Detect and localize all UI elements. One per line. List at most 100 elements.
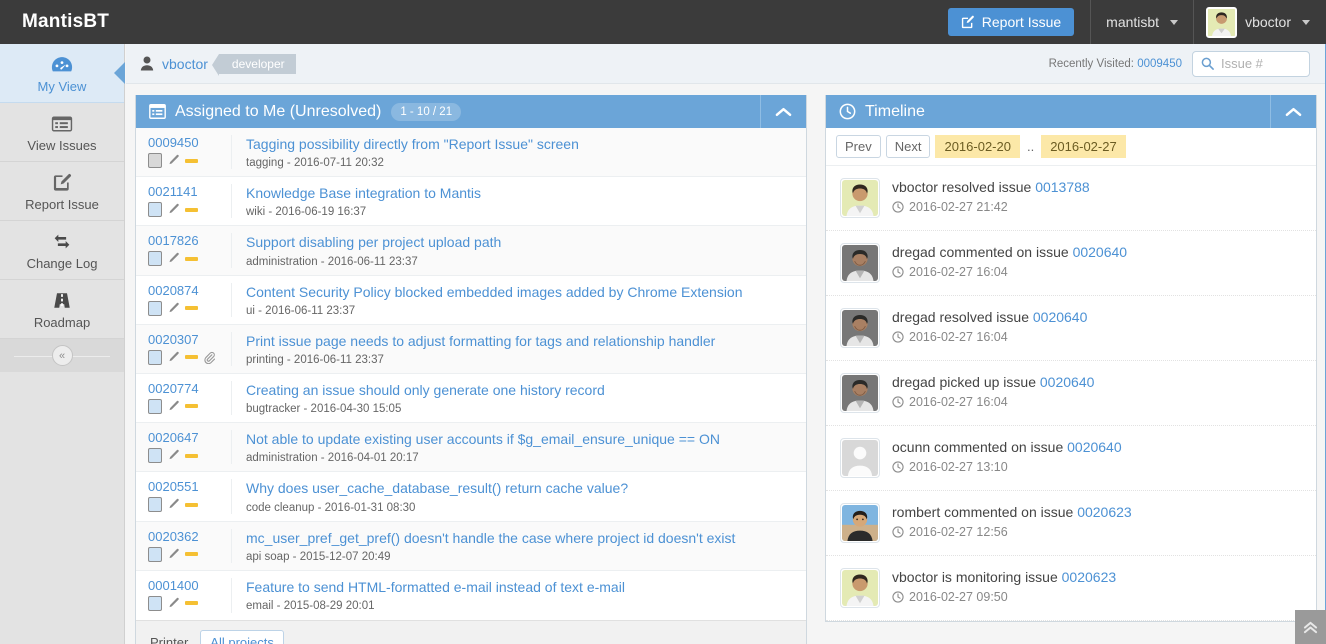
paperclip-icon[interactable] xyxy=(203,351,215,364)
timeline-issue-link[interactable]: 0020623 xyxy=(1077,504,1132,520)
sidebar-item-label: View Issues xyxy=(27,137,97,153)
sidebar-item-view-issues[interactable]: View Issues xyxy=(0,103,124,162)
sidebar-item-my-view[interactable]: My View xyxy=(0,44,124,103)
sidebar-item-label: My View xyxy=(37,78,87,94)
mantisbt-app: MantisBT Report Issue mantisbt vboctor M… xyxy=(0,0,1326,644)
timeline-action: resolved issue xyxy=(941,179,1032,195)
double-chevron-left-icon: « xyxy=(51,345,73,366)
timeline-issue-link[interactable]: 0020640 xyxy=(1033,309,1088,325)
pencil-icon[interactable] xyxy=(167,351,180,364)
report-issue-label: Report Issue xyxy=(981,14,1062,30)
status-box-icon[interactable] xyxy=(148,448,162,464)
project-selector[interactable]: mantisbt xyxy=(1090,0,1193,44)
issue-id-link[interactable]: 0020551 xyxy=(148,479,231,494)
pencil-icon[interactable] xyxy=(167,498,180,511)
table-row: 0020874 Content Security Policy blocked e… xyxy=(136,276,806,325)
pencil-icon[interactable] xyxy=(167,302,180,315)
pencil-icon[interactable] xyxy=(167,203,180,216)
issue-title-link[interactable]: Content Security Policy blocked embedded… xyxy=(246,283,743,301)
timeline-date-from[interactable]: 2016-02-20 xyxy=(935,135,1020,158)
issue-icon-group xyxy=(148,153,231,168)
assigned-panel-collapse-button[interactable] xyxy=(760,95,806,128)
issue-id-link[interactable]: 0020774 xyxy=(148,381,231,396)
sidebar-item-change-log[interactable]: Change Log xyxy=(0,221,124,280)
status-box-icon[interactable] xyxy=(148,546,162,562)
road-icon xyxy=(52,290,72,312)
timeline-next-button[interactable]: Next xyxy=(885,135,931,158)
scroll-to-top-button[interactable] xyxy=(1295,610,1326,644)
issue-title-link[interactable]: Knowledge Base integration to Mantis xyxy=(246,184,481,202)
timeline-date-to[interactable]: 2016-02-27 xyxy=(1041,135,1126,158)
status-box-icon[interactable] xyxy=(148,497,162,513)
issue-id-link[interactable]: 0020647 xyxy=(148,430,231,445)
issue-id-link[interactable]: 0009450 xyxy=(148,135,231,150)
issue-title-link[interactable]: Print issue page needs to adjust formatt… xyxy=(246,332,715,350)
issue-id-link[interactable]: 0001400 xyxy=(148,578,231,593)
sidebar-item-roadmap[interactable]: Roadmap xyxy=(0,280,124,339)
timeline-issue-link[interactable]: 0020640 xyxy=(1067,439,1122,455)
pencil-icon[interactable] xyxy=(167,154,180,167)
status-box-icon[interactable] xyxy=(148,300,162,316)
timeline-issue-link[interactable]: 0020640 xyxy=(1073,244,1128,260)
timeline-timestamp: 2016-02-27 16:04 xyxy=(909,265,1008,279)
issue-title-link[interactable]: Not able to update existing user account… xyxy=(246,430,720,448)
user-menu[interactable]: vboctor xyxy=(1193,0,1326,44)
current-username[interactable]: vboctor xyxy=(162,56,208,72)
issue-title-link[interactable]: mc_user_pref_get_pref() doesn't handle t… xyxy=(246,529,735,547)
navbar-spacer xyxy=(125,0,948,44)
issue-title-link[interactable]: Feature to send HTML-formatted e-mail in… xyxy=(246,578,625,596)
issue-summary-cell: Print issue page needs to adjust formatt… xyxy=(232,332,725,366)
issue-title-link[interactable]: Why does user_cache_database_result() re… xyxy=(246,479,628,497)
status-box-icon[interactable] xyxy=(148,251,162,267)
content-area: vboctor developer Recently Visited: 0009… xyxy=(126,44,1326,644)
pencil-icon[interactable] xyxy=(167,597,180,610)
sidebar-item-report-issue[interactable]: Report Issue xyxy=(0,162,124,221)
chevron-up-icon xyxy=(1285,106,1302,117)
timeline-prev-button[interactable]: Prev xyxy=(836,135,881,158)
timeline-event-body: dregad picked up issue 0020640 2016-02-27… xyxy=(892,373,1094,409)
timeline-issue-link[interactable]: 0013788 xyxy=(1035,179,1090,195)
timeline-timestamp: 2016-02-27 21:42 xyxy=(909,200,1008,214)
timeline-event-body: dregad commented on issue 0020640 2016-02… xyxy=(892,243,1127,279)
timeline-panel-header: Timeline xyxy=(826,95,1316,128)
pencil-icon[interactable] xyxy=(167,548,180,561)
list-item: dregad resolved issue 0020640 2016-02-27 … xyxy=(826,296,1316,361)
issue-title-link[interactable]: Tagging possibility directly from "Repor… xyxy=(246,135,579,153)
issue-meta: email - 2015-08-29 20:01 xyxy=(246,599,375,612)
search-input[interactable] xyxy=(1221,56,1301,71)
issue-icon-group xyxy=(148,448,231,464)
access-level-badge: developer xyxy=(211,53,296,76)
timeline-issue-link[interactable]: 0020640 xyxy=(1040,374,1095,390)
footer-project-select[interactable]: All projects xyxy=(200,629,284,644)
issue-id-link[interactable]: 0020874 xyxy=(148,283,231,298)
status-box-icon[interactable] xyxy=(148,202,162,218)
issue-search-box[interactable] xyxy=(1192,50,1310,77)
pencil-icon[interactable] xyxy=(167,400,180,413)
issue-title-link[interactable]: Creating an issue should only generate o… xyxy=(246,381,605,399)
issue-icon-group xyxy=(148,251,231,267)
pencil-icon[interactable] xyxy=(167,449,180,462)
issue-id-link[interactable]: 0020307 xyxy=(148,332,231,347)
priority-dash-icon xyxy=(185,453,198,458)
timeline-timestamp: 2016-02-27 16:04 xyxy=(909,330,1008,344)
sidebar-collapse-button[interactable]: « xyxy=(0,339,124,372)
timeline-panel-collapse-button[interactable] xyxy=(1270,95,1316,128)
issue-title-link[interactable]: Support disabling per project upload pat… xyxy=(246,233,501,251)
status-box-icon[interactable] xyxy=(148,349,162,365)
clock-icon xyxy=(892,396,904,408)
status-box-icon[interactable] xyxy=(148,153,162,168)
issue-id-link[interactable]: 0021141 xyxy=(148,184,231,199)
recently-visited-link[interactable]: 0009450 xyxy=(1137,58,1182,70)
timeline-issue-link[interactable]: 0020623 xyxy=(1062,569,1117,585)
report-issue-button[interactable]: Report Issue xyxy=(947,8,1075,36)
issue-icon-group xyxy=(148,349,231,365)
pencil-icon[interactable] xyxy=(167,252,180,265)
issue-id-link[interactable]: 0020362 xyxy=(148,529,231,544)
status-box-icon[interactable] xyxy=(148,595,162,611)
report-issue-container: Report Issue xyxy=(947,0,1090,44)
issue-id-link[interactable]: 0017826 xyxy=(148,233,231,248)
app-brand[interactable]: MantisBT xyxy=(0,0,125,44)
issue-meta: api soap - 2015-12-07 20:49 xyxy=(246,550,391,563)
timeline-action: commented on issue xyxy=(934,439,1064,455)
status-box-icon[interactable] xyxy=(148,398,162,414)
